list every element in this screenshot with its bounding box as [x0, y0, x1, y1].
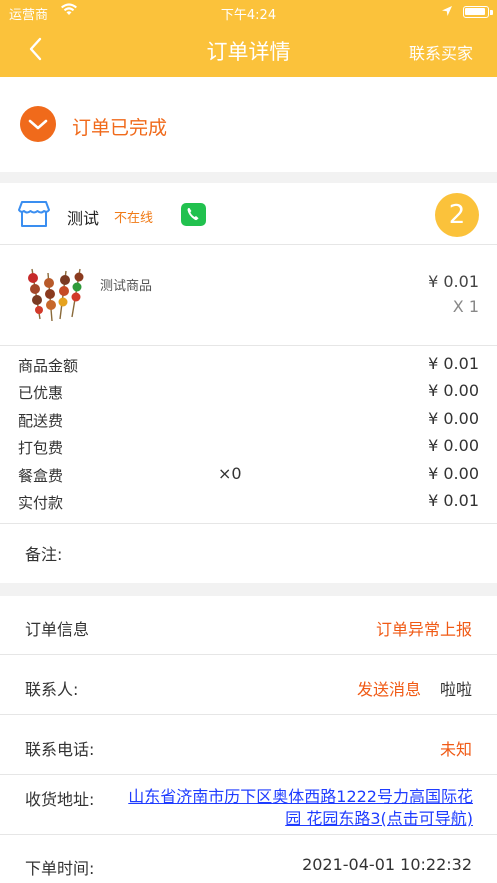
divider: [0, 244, 497, 245]
order-status-card: 订单已完成: [0, 77, 497, 172]
contact-label: 联系人:: [25, 680, 79, 699]
fee-value: ¥ 0.01: [428, 354, 479, 373]
shop-order-card: 测试 不在线 2 测试商品 ¥ 0.01 X 1 商品金额 ¥ 0.01 已优惠…: [0, 183, 497, 583]
report-issue-link[interactable]: 订单异常上报: [376, 616, 472, 640]
fee-label: 餐盒费: [18, 467, 64, 485]
order-time-value: 2021-04-01 10:22:32: [302, 855, 472, 874]
shop-icon: [18, 201, 50, 227]
divider: [0, 345, 497, 346]
divider: [0, 714, 497, 715]
divider: [0, 654, 497, 655]
shop-online-state: 不在线: [114, 211, 154, 226]
divider: [0, 834, 497, 835]
shop-name: 测试: [67, 209, 100, 228]
product-image: [28, 268, 84, 322]
app-header: 运营商 下午4:24 订单详情 联系买家: [0, 0, 497, 77]
status-time: 下午4:24: [220, 8, 277, 23]
fee-value: ¥ 0.00: [428, 464, 479, 483]
order-info-card: 订单信息 订单异常上报 联系人: 发送消息 啦啦 联系电话: 未知 收货地址: …: [0, 596, 497, 883]
contact-name: 啦啦: [439, 680, 472, 699]
divider: [0, 523, 497, 524]
phone-icon[interactable]: [181, 203, 206, 226]
fee-label: 打包费: [18, 439, 64, 457]
box-count: ×0: [218, 464, 242, 483]
fee-label: 已优惠: [18, 384, 64, 402]
contact-buyer-button[interactable]: 联系买家: [409, 40, 473, 64]
remark-label: 备注:: [25, 545, 63, 564]
fee-value: ¥ 0.00: [428, 436, 479, 455]
product-price: ¥ 0.01: [428, 272, 479, 291]
product-quantity: X 1: [452, 297, 479, 316]
battery-tip: [490, 10, 493, 15]
fee-value: ¥ 0.01: [428, 491, 479, 510]
order-status-text: 订单已完成: [72, 117, 168, 139]
order-info-label: 订单信息: [25, 620, 90, 639]
divider: [0, 774, 497, 775]
location-arrow-icon: [442, 6, 452, 16]
fee-label: 商品金额: [18, 357, 79, 375]
check-icon: [20, 106, 56, 142]
product-name: 测试商品: [100, 279, 153, 294]
fee-label: 配送费: [18, 412, 64, 430]
order-time-label: 下单时间:: [25, 859, 95, 878]
shop-count-badge: 2: [435, 193, 479, 237]
status-bar: 运营商 下午4:24: [0, 0, 497, 24]
fee-value: ¥ 0.00: [428, 381, 479, 400]
fee-value: ¥ 0.00: [428, 409, 479, 428]
send-message-link[interactable]: 发送消息: [357, 676, 421, 700]
battery-icon: [463, 6, 489, 18]
phone-value[interactable]: 未知: [440, 736, 472, 760]
address-label: 收货地址:: [25, 790, 95, 809]
address-link[interactable]: 山东省济南市历下区奥体西路1222号力高国际花园 花园东路3(点击可导航): [118, 786, 473, 830]
fee-label: 实付款: [18, 494, 64, 512]
phone-label: 联系电话:: [25, 740, 95, 759]
